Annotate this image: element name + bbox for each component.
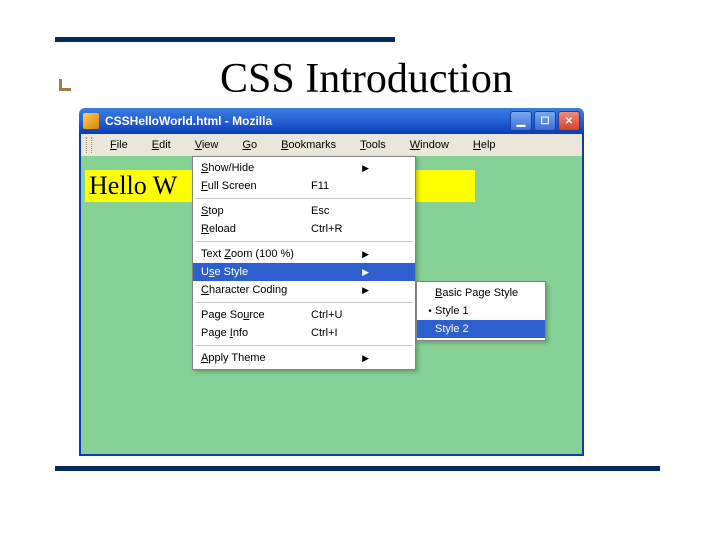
menu-item-label: Apply Theme (201, 352, 311, 364)
toolbar-grip-icon[interactable] (86, 137, 92, 153)
view-menu-item[interactable]: ReloadCtrl+R (193, 220, 415, 238)
submenu-item-label: Basic Page Style (435, 287, 525, 299)
menu-bookmarks[interactable]: Bookmarks (269, 136, 348, 154)
view-menu-item[interactable]: StopEsc (193, 202, 415, 220)
titlebar[interactable]: CSSHelloWorld.html - Mozilla (79, 108, 584, 134)
slide-title: CSS Introduction (220, 55, 513, 103)
submenu-arrow-icon: ▶ (359, 267, 369, 278)
view-menu-item[interactable]: Page SourceCtrl+U (193, 306, 415, 324)
menu-go[interactable]: Go (230, 136, 269, 154)
mozilla-app-icon (83, 113, 99, 129)
menu-window[interactable]: Window (398, 136, 461, 154)
menu-item-accelerator: Ctrl+I (311, 327, 359, 339)
style-submenu-item[interactable]: Basic Page Style (417, 284, 545, 302)
decorative-corner-mark (59, 79, 71, 91)
menu-item-label: Page Source (201, 309, 311, 321)
menu-item-label: Text Zoom (100 %) (201, 248, 311, 260)
submenu-arrow-icon: ▶ (359, 249, 369, 260)
submenu-arrow-icon: ▶ (359, 353, 369, 364)
submenu-arrow-icon: ▶ (359, 163, 369, 174)
view-menu-item[interactable]: Character Coding ▶ (193, 281, 415, 299)
view-menu-item[interactable]: Use Style ▶ (193, 263, 415, 281)
view-menu-item[interactable]: Text Zoom (100 %) ▶ (193, 245, 415, 263)
menu-item-label: Reload (201, 223, 311, 235)
submenu-item-label: Style 2 (435, 323, 525, 335)
window-title: CSSHelloWorld.html - Mozilla (105, 114, 510, 128)
submenu-arrow-icon: ▶ (359, 285, 369, 296)
style-submenu-item[interactable]: Style 2 (417, 320, 545, 338)
view-menu-item[interactable]: Apply Theme ▶ (193, 349, 415, 367)
menu-item-label: Use Style (201, 266, 311, 278)
window-buttons (510, 111, 580, 131)
menu-separator (195, 198, 413, 199)
menu-item-label: Full Screen (201, 180, 311, 192)
decorative-bottom-rule (55, 466, 660, 471)
menu-item-accelerator: Esc (311, 205, 359, 217)
menu-item-label: Page Info (201, 327, 311, 339)
menu-edit[interactable]: Edit (140, 136, 183, 154)
menu-item-accelerator: Ctrl+U (311, 309, 359, 321)
menu-item-label: Show/Hide (201, 162, 311, 174)
menu-separator (195, 241, 413, 242)
view-menu-dropdown: Show/Hide▶Full ScreenF11StopEscReloadCtr… (192, 156, 416, 370)
style-submenu-item[interactable]: •Style 1 (417, 302, 545, 320)
view-menu-item[interactable]: Show/Hide ▶ (193, 159, 415, 177)
view-menu-item[interactable]: Page InfoCtrl+I (193, 324, 415, 342)
minimize-button[interactable] (510, 111, 532, 131)
submenu-item-label: Style 1 (435, 305, 525, 317)
view-menu-item[interactable]: Full ScreenF11 (193, 177, 415, 195)
menu-tools[interactable]: Tools (348, 136, 398, 154)
menubar: FileEditViewGoBookmarksToolsWindowHelp (79, 134, 584, 156)
menu-separator (195, 302, 413, 303)
browser-window: CSSHelloWorld.html - Mozilla FileEditVie… (79, 108, 584, 456)
decorative-top-rule (55, 37, 395, 42)
menu-item-label: Character Coding (201, 284, 311, 296)
menu-item-label: Stop (201, 205, 311, 217)
menu-item-accelerator: F11 (311, 180, 359, 192)
use-style-submenu: Basic Page Style•Style 1Style 2 (416, 281, 546, 341)
menu-file[interactable]: File (98, 136, 140, 154)
maximize-button[interactable] (534, 111, 556, 131)
close-button[interactable] (558, 111, 580, 131)
menu-item-accelerator: Ctrl+R (311, 223, 359, 235)
radio-dot-icon: • (425, 306, 435, 317)
menu-view[interactable]: View (183, 136, 231, 154)
menu-help[interactable]: Help (461, 136, 508, 154)
menu-separator (195, 345, 413, 346)
